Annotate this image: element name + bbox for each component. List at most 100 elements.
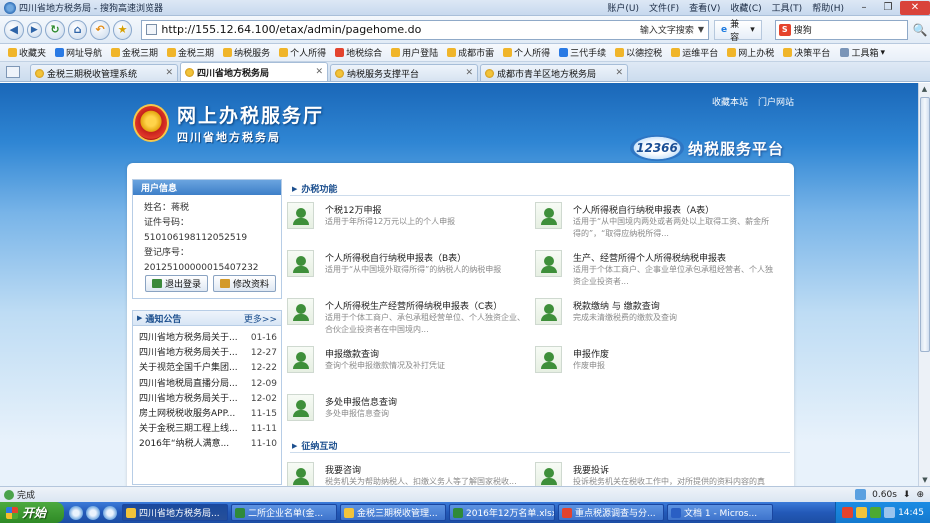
function-item[interactable]: 个税12万申报 适用于年所得12万元以上的个人申报	[287, 199, 527, 239]
task-browser[interactable]: 四川省地方税务局...	[122, 504, 228, 521]
quick-launch-icon[interactable]	[103, 505, 117, 520]
notice-item[interactable]: 房土网税税收服务APP... 11-15	[139, 407, 277, 422]
maximize-button[interactable]: ❐	[876, 1, 900, 15]
refresh-button[interactable]: ↻	[45, 19, 65, 40]
fav-item[interactable]: 金税三期	[163, 46, 219, 59]
fav-item[interactable]: 以德控税	[611, 46, 667, 59]
portal-link[interactable]: 门户网站	[758, 95, 794, 108]
menu-account[interactable]: 账户(U)	[607, 1, 639, 14]
function-item[interactable]: 税款缴纳 与 缴款查询 完成未清缴税费的缴款及查询	[535, 295, 775, 335]
task-excel-1[interactable]: 二所企业名单(金...	[231, 504, 337, 521]
notice-item-title: 2016年“纳税人满意...	[139, 439, 230, 450]
menu-tools[interactable]: 工具(T)	[772, 1, 803, 14]
favorite-star-button[interactable]: ★	[112, 19, 133, 40]
fav-item[interactable]: 成都市雷	[443, 46, 499, 59]
interaction-item[interactable]: 我要投诉投诉税务机关在税收工作中，对所提供的资料内容的真实...	[535, 459, 775, 486]
close-window-button[interactable]: ✕	[900, 0, 930, 15]
function-item[interactable]: 个人所得税自行纳税申报表（B表） 适用于“从中国境外取得所得”的纳税人的纳税申报	[287, 247, 527, 287]
browser-logo-icon	[4, 1, 16, 14]
bookmark-site-link[interactable]: 收藏本站	[712, 95, 748, 108]
minimize-button[interactable]: –	[852, 1, 876, 15]
start-button[interactable]: 开始	[0, 502, 64, 523]
service-person-icon	[535, 462, 562, 486]
scroll-up-icon[interactable]: ▲	[919, 83, 930, 95]
fav-item[interactable]: 地税综合	[331, 46, 387, 59]
function-item[interactable]: 申报缴款查询 查询个税申报缴款情况及补打凭证	[287, 343, 527, 383]
search-value: 搜狗	[793, 26, 812, 36]
close-tab-icon[interactable]: ✕	[165, 68, 173, 78]
quick-launch-icon[interactable]	[86, 505, 100, 520]
tab-sichuan-tax[interactable]: 四川省地方税务局 ✕	[180, 62, 328, 81]
fav-item[interactable]: 三代手续	[555, 46, 611, 59]
task-survey[interactable]: 重点税源调查与分...	[558, 504, 664, 521]
fav-item[interactable]: 金税三期	[107, 46, 163, 59]
reg-label: 登记序号：	[144, 248, 190, 258]
back-button[interactable]: ◀	[4, 19, 24, 40]
interaction-item[interactable]: 我要咨询 税务机关为帮助纳税人、扣缴义务人等了解国家税收...	[287, 459, 527, 486]
close-tab-icon[interactable]: ✕	[465, 68, 473, 78]
fav-item[interactable]: 纳税服务	[219, 46, 275, 59]
notice-item[interactable]: 关于金税三期工程上线... 11-11	[139, 422, 277, 437]
link-icon	[391, 48, 401, 57]
undo-close-button[interactable]: ↶	[90, 19, 110, 40]
fav-item-favorites[interactable]: 收藏夹	[4, 46, 51, 59]
task-jinshui[interactable]: 金税三期税收管理...	[340, 504, 446, 521]
toolbox-button[interactable]: 工具箱 ▾	[836, 46, 890, 59]
fav-item[interactable]: 个人所得	[275, 46, 331, 59]
compat-label: 兼容	[730, 19, 740, 43]
url-field[interactable]: http://155.12.64.100/etax/admin/pagehome…	[141, 19, 709, 40]
fav-item[interactable]: 决策平台	[779, 46, 835, 59]
menu-view[interactable]: 查看(V)	[689, 1, 720, 14]
tab-qingyang-tax[interactable]: 成都市青羊区地方税务局 ✕	[480, 64, 628, 81]
function-title: 多处申报信息查询	[325, 398, 398, 408]
url-dropdown-icon[interactable]: ▼	[698, 25, 704, 34]
fav-item[interactable]: 运维平台	[667, 46, 723, 59]
tray-icon[interactable]	[856, 507, 868, 518]
menu-favorites[interactable]: 收藏(C)	[730, 1, 761, 14]
link-icon	[727, 48, 737, 57]
task-excel-2[interactable]: 2016年12万名单.xlsx	[449, 504, 555, 521]
task-word[interactable]: 文档 1 - Micros...	[667, 504, 773, 521]
notice-more-link[interactable]: 更多>>	[244, 312, 277, 325]
fav-item[interactable]: 个人所得	[499, 46, 555, 59]
download-icon[interactable]: ⬇	[903, 490, 911, 500]
tray-icon[interactable]	[842, 507, 854, 518]
url-text[interactable]: http://155.12.64.100/etax/admin/pagehome…	[161, 23, 635, 36]
tab-service-platform[interactable]: 纳税服务支撑平台 ✕	[330, 64, 478, 81]
function-item[interactable]: 生产、经营所得个人所得税纳税申报表 适用于个体工商户、企事业单位承包承租经营者、个…	[535, 247, 775, 287]
function-item[interactable]: 申报作废 作废申报	[535, 343, 775, 383]
logout-button[interactable]: 退出登录	[145, 275, 209, 292]
search-icon[interactable]: 🔍	[911, 20, 930, 40]
function-item[interactable]: 个人所得税自行纳税申报表（A表） 适用于“从中国境内两处或者两处以上取得工资、薪金…	[535, 199, 775, 239]
tab-jinshui[interactable]: 金税三期税收管理系统 ✕	[30, 64, 178, 81]
tray-icon[interactable]	[884, 507, 896, 518]
tab-list-icon[interactable]	[6, 66, 20, 78]
scroll-thumb[interactable]	[920, 97, 930, 352]
notice-item[interactable]: 2016年“纳税人满意... 11-10	[139, 437, 277, 452]
home-button[interactable]: ⌂	[67, 19, 88, 40]
notice-item[interactable]: 关于视范全国千户集团... 12-22	[139, 361, 277, 376]
menu-file[interactable]: 文件(F)	[649, 1, 679, 14]
quick-launch-icon[interactable]	[69, 505, 83, 520]
close-tab-icon[interactable]: ✕	[615, 68, 623, 78]
scroll-down-icon[interactable]: ▼	[919, 474, 930, 486]
function-item[interactable]: 个人所得税生产经营所得纳税申报表（C表） 适用于个体工商户、承包承租经营单位、个人…	[287, 295, 527, 335]
zoom-icon[interactable]: ⊕	[916, 490, 924, 500]
notice-item[interactable]: 四川省地方税务局关于... 01-16	[139, 331, 277, 346]
notice-item[interactable]: 四川省地税局直播分局... 12-09	[139, 377, 277, 392]
search-input[interactable]: S 搜狗	[774, 19, 908, 40]
compat-mode-button[interactable]: e 兼容 ▾	[713, 19, 762, 43]
fav-item[interactable]: 网上办税	[723, 46, 779, 59]
edit-profile-button[interactable]: 修改资料	[213, 275, 277, 292]
notice-item[interactable]: 四川省地方税务局关于... 12-02	[139, 392, 277, 407]
page-scrollbar[interactable]: ▲ ▼	[918, 83, 930, 486]
notice-item[interactable]: 四川省地方税务局关于... 12-27	[139, 346, 277, 361]
forward-button[interactable]: ▶	[26, 21, 43, 38]
close-tab-icon[interactable]: ✕	[315, 67, 323, 77]
function-item[interactable]: 多处申报信息查询 多处申报信息查询	[287, 391, 527, 431]
menu-help[interactable]: 帮助(H)	[812, 1, 844, 14]
tray-icon[interactable]	[870, 507, 882, 518]
fav-item-nav[interactable]: 网址导航	[51, 46, 107, 59]
site-icon	[35, 68, 44, 78]
fav-item[interactable]: 用户登陆	[387, 46, 443, 59]
